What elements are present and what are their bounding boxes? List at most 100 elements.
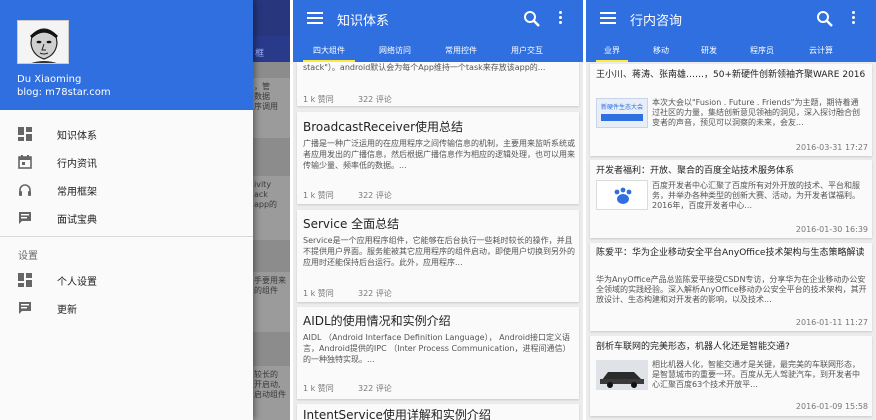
article-meta: 1 k 赞同 322 评论	[303, 383, 392, 394]
drawer-screen: 框 ，管 数据 序调用 ivity ack app的 手要用来 的组件 较长的 …	[0, 0, 290, 420]
drawer-header: Du Xiaoming blog: m78star.com	[0, 0, 253, 110]
menu-icon[interactable]	[307, 12, 323, 24]
article-card[interactable]: AIDL的使用情况和实例介绍 AIDL （Android Interface D…	[297, 307, 579, 399]
search-icon[interactable]	[816, 10, 834, 28]
news-title: 开发者福利：开放、聚合的百度全站技术服务体系	[596, 166, 795, 176]
tab-industry[interactable]: 业界	[596, 38, 628, 62]
article-card[interactable]: stack"）。android默认会为每个App维持一个task来存放该app的…	[297, 62, 579, 106]
conference-banner-image: 新硬件生态大会	[596, 98, 648, 128]
avatar-portrait-icon	[18, 21, 68, 63]
menu-icon[interactable]	[600, 12, 616, 24]
drawer-item-frameworks[interactable]: 常用框架	[0, 176, 253, 204]
article-meta: 1 k 赞同 322 评论	[303, 190, 392, 201]
drawer-item-update[interactable]: 更新	[0, 294, 253, 322]
news-summary: 相比机器人化，智能交通才是关键，最完美的车联网形态，是智慧城市的重要一环。百度从…	[652, 360, 860, 389]
calendar-icon	[18, 155, 32, 169]
article-summary: AIDL （Android Interface Definition Langu…	[303, 333, 571, 364]
tab-programmer[interactable]: 程序员	[742, 38, 782, 62]
article-card[interactable]: BroadcastReceiver使用总结 广播是一种广泛运用的在应用程序之间传…	[297, 112, 579, 204]
news-summary: 本次大会以"Fusion . Future . Friends"为主题，期待着通…	[652, 98, 860, 127]
chat-icon	[19, 212, 31, 224]
drawer-item-knowledge[interactable]: 知识体系	[0, 120, 253, 148]
news-card[interactable]: 王小川、蒋涛、张南雄……，50+新硬件创新领袖齐聚WARE 2016 新硬件生态…	[590, 64, 872, 156]
article-meta: 1 k 赞同 322 评论	[303, 288, 392, 299]
comments-count: 322 评论	[358, 95, 392, 104]
comments-count: 322 评论	[358, 384, 392, 393]
headset-icon	[19, 184, 31, 196]
page-title: 知识体系	[337, 14, 390, 29]
comments-count: 322 评论	[358, 289, 392, 298]
drawer-item-label: 知识体系	[57, 131, 97, 142]
news-title: 陈爱平：华为企业移动安全平台AnyOffice技术架构与生态策略解读	[596, 248, 865, 258]
news-date: 2016-03-31 17:27	[795, 143, 868, 152]
avatar[interactable]	[17, 20, 69, 64]
app-bar: 知识体系	[293, 0, 583, 38]
article-title: AIDL的使用情况和实例介绍	[303, 314, 451, 328]
tab-interaction[interactable]: 用户交互	[501, 38, 553, 62]
background-card: ，管 数据 序调用	[253, 78, 290, 138]
likes-count: 1 k 赞同	[303, 95, 334, 104]
drawer-item-label: 更新	[57, 305, 77, 316]
article-card[interactable]: Service 全面总结 Service是一个应用程序组件，它能够在后台执行一些…	[297, 210, 579, 302]
news-title: 王小川、蒋涛、张南雄……，50+新硬件创新领袖齐聚WARE 2016	[596, 70, 866, 80]
article-summary: stack"）。android默认会为每个App维持一个task来存放该app的…	[303, 63, 546, 72]
news-card[interactable]: 剖析车联网的完美形态，机器人化还是智能交通? 相比机器人化，智能交通才是关键，最…	[590, 336, 872, 416]
background-card: 手要用来 的组件	[253, 272, 290, 332]
news-date: 2016-01-09 15:58	[795, 402, 868, 411]
tab-bar: 业界 移动 研发 程序员 云计算	[586, 38, 876, 62]
knowledge-screen: 知识体系 四大组件 网络访问 常用控件 用户交互 stack"）。android…	[293, 0, 583, 420]
tab-cloud[interactable]: 云计算	[800, 38, 842, 62]
dashboard-icon	[18, 273, 32, 287]
drawer-item-personal-settings[interactable]: 个人设置	[0, 266, 253, 294]
tab-components[interactable]: 四大组件	[303, 38, 355, 62]
car-icon	[596, 360, 648, 390]
drawer-item-label: 常用框架	[57, 187, 97, 198]
tab-mobile[interactable]: 移动	[646, 38, 676, 62]
more-options-icon[interactable]	[558, 11, 564, 27]
news-card[interactable]: 陈爱平：华为企业移动安全平台AnyOffice技术架构与生态策略解读 华为Any…	[590, 243, 872, 331]
likes-count: 1 k 赞同	[303, 289, 334, 298]
baidu-dev-logo	[596, 180, 648, 210]
banner-stripe	[601, 114, 643, 121]
tab-bar: 四大组件 网络访问 常用控件 用户交互	[293, 38, 583, 62]
page-title: 行内咨询	[630, 14, 683, 29]
news-title: 剖析车联网的完美形态，机器人化还是智能交通?	[596, 342, 790, 352]
likes-count: 1 k 赞同	[303, 191, 334, 200]
drawer-item-interview[interactable]: 面试宝典	[0, 204, 253, 232]
background-content: 框 ，管 数据 序调用 ivity ack app的 手要用来 的组件 较长的 …	[253, 0, 290, 420]
chat-icon	[19, 302, 31, 314]
article-title: IntentService使用详解和实例介绍	[303, 408, 491, 420]
article-title: BroadcastReceiver使用总结	[303, 120, 464, 134]
drawer-item-label: 个人设置	[57, 277, 97, 288]
news-summary: 华为AnyOffice产品总监陈爱平接受CSDN专访，分享华为在企业移动办公安全…	[596, 275, 867, 304]
user-blog: blog: m78star.com	[17, 87, 111, 98]
drawer-divider	[0, 236, 253, 237]
car-photo	[596, 360, 648, 390]
article-card[interactable]: IntentService使用详解和实例介绍	[297, 404, 579, 420]
background-card: ivity ack app的	[253, 176, 290, 240]
drawer-item-label: 行内资讯	[57, 159, 97, 170]
drawer-item-industry-news[interactable]: 行内资讯	[0, 148, 253, 176]
news-screen: 行内咨询 业界 移动 研发 程序员 云计算 王小川、蒋涛、张南雄……，50+新硬…	[586, 0, 876, 420]
search-icon[interactable]	[523, 10, 541, 28]
more-options-icon[interactable]	[851, 11, 857, 27]
thumb-caption: 新硬件生态大会	[600, 104, 643, 111]
background-tab: 框	[253, 36, 290, 62]
background-card: 较长的 开启动, 启动组件	[253, 366, 290, 420]
news-card[interactable]: 开发者福利：开放、聚合的百度全站技术服务体系 百度开发者中心汇聚了百度所有对外开…	[590, 160, 872, 238]
article-summary: 广播是一种广泛运用的在应用程序之间传输信息的机制，主要用来监听系统或者应用发出的…	[303, 139, 575, 170]
dashboard-icon	[18, 127, 32, 141]
tab-rnd[interactable]: 研发	[694, 38, 724, 62]
news-date: 2016-01-11 11:27	[795, 318, 868, 327]
article-summary: Service是一个应用程序组件，它能够在后台执行一些耗时较长的操作，并且不提供…	[303, 236, 575, 267]
paw-logo-icon	[614, 187, 632, 204]
news-date: 2016-01-30 16:39	[795, 225, 868, 234]
drawer-item-label: 面试宝典	[57, 215, 97, 226]
article-meta: 1 k 赞同 322 评论	[303, 94, 392, 105]
settings-section-label: 设置	[18, 251, 38, 262]
tab-network[interactable]: 网络访问	[369, 38, 421, 62]
comments-count: 322 评论	[358, 191, 392, 200]
tab-widgets[interactable]: 常用控件	[435, 38, 487, 62]
article-title: Service 全面总结	[303, 217, 400, 231]
navigation-drawer: Du Xiaoming blog: m78star.com 知识体系 行内资讯 …	[0, 0, 253, 420]
